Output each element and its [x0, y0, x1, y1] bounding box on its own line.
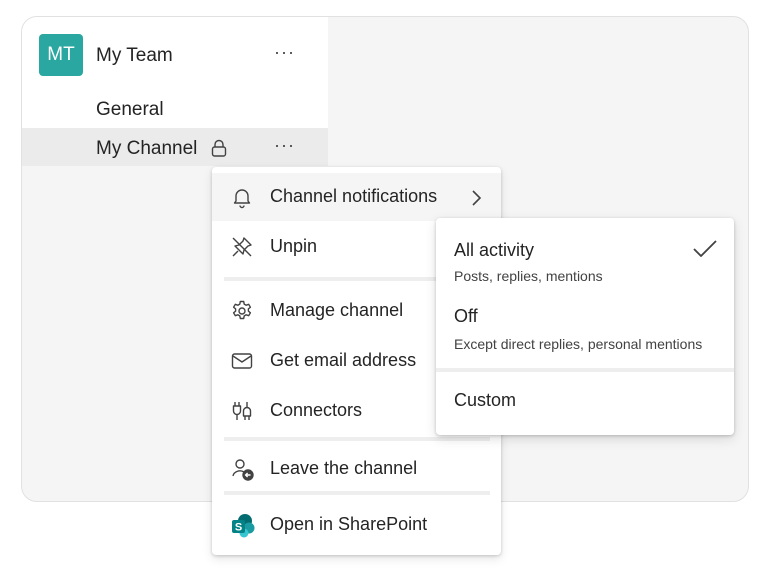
connectors-icon	[230, 399, 254, 423]
leave-channel-icon	[230, 457, 254, 481]
menu-item-channel-notifications[interactable]: Channel notifications	[212, 173, 501, 221]
sharepoint-icon: S	[230, 513, 255, 538]
team-avatar[interactable]: MT	[39, 34, 83, 76]
menu-item-label: Leave the channel	[270, 458, 418, 478]
menu-item-label: Open in SharePoint	[270, 514, 428, 534]
notifications-submenu: All activity Posts, replies, mentions Of…	[436, 218, 734, 435]
option-title: Off	[454, 306, 478, 326]
menu-item-label: Connectors	[270, 400, 363, 420]
option-title: All activity	[454, 240, 535, 260]
channel-more-options-button[interactable]: ···	[274, 135, 295, 156]
bell-icon	[230, 185, 254, 209]
unpin-icon	[230, 235, 254, 259]
option-subtitle: Except direct replies, personal mentions	[454, 336, 703, 352]
channel-item-general[interactable]: General	[96, 99, 164, 121]
menu-item-label: Get email address	[270, 350, 417, 370]
menu-item-label: Manage channel	[270, 300, 404, 320]
menu-divider	[224, 437, 490, 441]
mail-icon	[230, 349, 254, 373]
menu-item-label: Channel notifications	[270, 186, 438, 206]
lock-icon	[210, 139, 228, 164]
menu-item-open-in-sharepoint[interactable]: S Open in SharePoint	[212, 501, 501, 549]
checkmark-icon	[692, 238, 718, 265]
menu-item-leave-the-channel[interactable]: Leave the channel	[212, 445, 501, 493]
team-name[interactable]: My Team	[96, 45, 173, 67]
submenu-divider	[436, 368, 734, 372]
svg-text:S: S	[235, 522, 242, 534]
menu-item-label: Unpin	[270, 236, 318, 256]
team-more-options-button[interactable]: ···	[274, 42, 295, 63]
option-title: Custom	[454, 390, 517, 410]
gear-icon	[230, 299, 254, 323]
channel-label-my-channel[interactable]: My Channel	[96, 138, 197, 160]
option-subtitle: Posts, replies, mentions	[454, 268, 603, 284]
chevron-right-icon	[468, 188, 484, 213]
menu-divider	[224, 491, 490, 495]
